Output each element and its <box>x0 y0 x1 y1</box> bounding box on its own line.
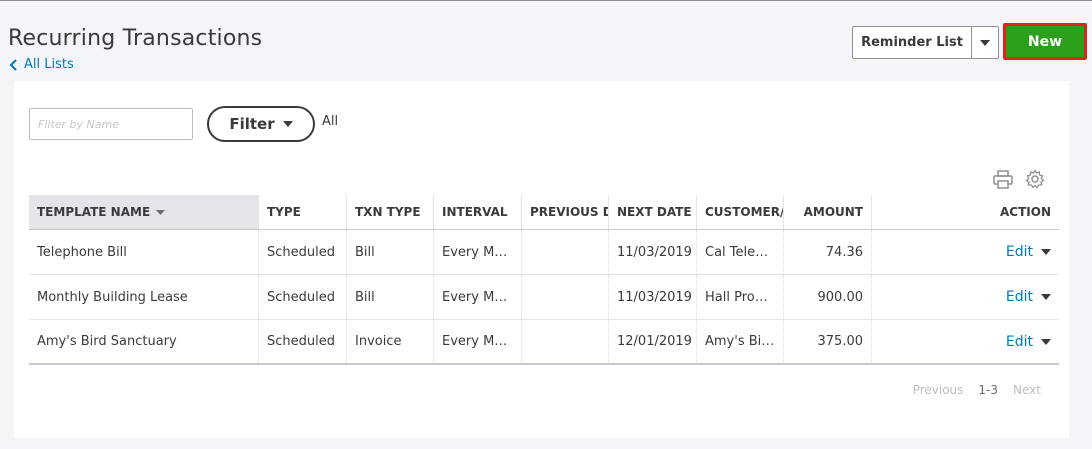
page-range: 1-3 <box>978 383 999 397</box>
print-icon[interactable] <box>992 170 1014 190</box>
table-row: Monthly Building Lease Scheduled Bill Ev… <box>29 275 1059 320</box>
column-header-customer-vendor[interactable]: CUSTOMER/V <box>697 195 784 229</box>
cell-txn-type: Bill <box>347 275 434 319</box>
previous-page-link[interactable]: Previous <box>913 383 964 397</box>
cell-customer-text: Cal Telep… <box>705 244 775 260</box>
column-header-previous-date[interactable]: PREVIOUS DA <box>522 195 609 229</box>
table-row: Amy's Bird Sanctuary Scheduled Invoice E… <box>29 320 1059 365</box>
filter-button[interactable]: Filter <box>207 106 315 142</box>
cell-type: Scheduled <box>259 275 347 319</box>
column-header-label: TEMPLATE NAME <box>37 205 151 219</box>
cell-customer-text: Hall Prop… <box>705 289 775 305</box>
column-header-action: ACTION <box>1000 205 1051 219</box>
edit-link[interactable]: Edit <box>1006 244 1033 260</box>
column-header-type[interactable]: TYPE <box>259 195 347 229</box>
all-lists-link[interactable]: All Lists <box>9 57 74 72</box>
reminder-list-group: Reminder List <box>852 26 999 59</box>
edit-link[interactable]: Edit <box>1006 289 1033 305</box>
table-header: TEMPLATE NAME TYPE TXN TYPE INTERVAL PRE… <box>29 195 1059 230</box>
cell-interval: Every Mo… <box>434 230 522 274</box>
reminder-list-button[interactable]: Reminder List <box>852 26 972 59</box>
cell-customer: Cal Telep… <box>697 230 784 274</box>
caret-down-icon <box>980 39 990 46</box>
action-caret-down-icon[interactable] <box>1041 294 1051 300</box>
table-row: Telephone Bill Scheduled Bill Every Mo… … <box>29 230 1059 275</box>
cell-next-date: 11/03/2019 <box>609 275 697 319</box>
chevron-left-icon <box>9 58 17 71</box>
cell-template-name: Monthly Building Lease <box>29 275 259 319</box>
page-title: Recurring Transactions <box>8 26 263 51</box>
cell-action: Edit <box>872 230 1059 274</box>
top-divider <box>0 0 1092 1</box>
cell-amount: 74.36 <box>784 230 872 274</box>
main-panel: Filter All TEMPLATE NAME TYPE TXN TYPE I… <box>14 81 1069 438</box>
filter-label: Filter <box>229 115 275 133</box>
cell-action: Edit <box>872 320 1059 363</box>
new-button[interactable]: New <box>1003 23 1087 60</box>
cell-interval: Every Mo… <box>434 275 522 319</box>
column-header-txn-type[interactable]: TXN TYPE <box>347 195 434 229</box>
cell-previous-date <box>522 320 609 363</box>
cell-template-name: Telephone Bill <box>29 230 259 274</box>
cell-amount: 900.00 <box>784 275 872 319</box>
column-header-next-date[interactable]: NEXT DATE <box>609 195 697 229</box>
cell-interval-text: Every Mo… <box>442 334 513 349</box>
sort-desc-icon <box>156 209 166 215</box>
cell-type: Scheduled <box>259 230 347 274</box>
cell-customer: Amy's Bir… <box>697 320 784 363</box>
caret-down-icon <box>282 121 293 127</box>
pagination: Previous 1-3 Next <box>913 383 1041 397</box>
cell-txn-type: Bill <box>347 230 434 274</box>
cell-interval-text: Every Mo… <box>442 244 513 260</box>
column-header-interval[interactable]: INTERVAL <box>434 195 522 229</box>
cell-customer: Hall Prop… <box>697 275 784 319</box>
edit-link[interactable]: Edit <box>1006 334 1033 350</box>
column-header-amount[interactable]: AMOUNT <box>784 195 872 229</box>
cell-previous-date <box>522 275 609 319</box>
reminder-list-dropdown[interactable] <box>972 26 999 59</box>
recurring-transactions-table: TEMPLATE NAME TYPE TXN TYPE INTERVAL PRE… <box>29 195 1059 365</box>
all-lists-label: All Lists <box>24 57 74 72</box>
cell-previous-date <box>522 230 609 274</box>
filter-value: All <box>322 114 339 129</box>
filter-by-name-input[interactable] <box>29 108 193 140</box>
cell-interval-text: Every Mo… <box>442 289 513 305</box>
cell-interval: Every Mo… <box>434 320 522 363</box>
next-page-link[interactable]: Next <box>1013 383 1041 397</box>
column-header-template-name[interactable]: TEMPLATE NAME <box>29 195 259 229</box>
cell-type: Scheduled <box>259 320 347 363</box>
cell-txn-type: Invoice <box>347 320 434 363</box>
cell-next-date: 12/01/2019 <box>609 320 697 363</box>
cell-template-name: Amy's Bird Sanctuary <box>29 320 259 363</box>
gear-icon[interactable] <box>1025 169 1045 189</box>
cell-action: Edit <box>872 275 1059 319</box>
cell-amount: 375.00 <box>784 320 872 363</box>
action-caret-down-icon[interactable] <box>1041 249 1051 255</box>
action-caret-down-icon[interactable] <box>1041 338 1051 345</box>
cell-next-date: 11/03/2019 <box>609 230 697 274</box>
cell-customer-text: Amy's Bir… <box>705 334 775 349</box>
